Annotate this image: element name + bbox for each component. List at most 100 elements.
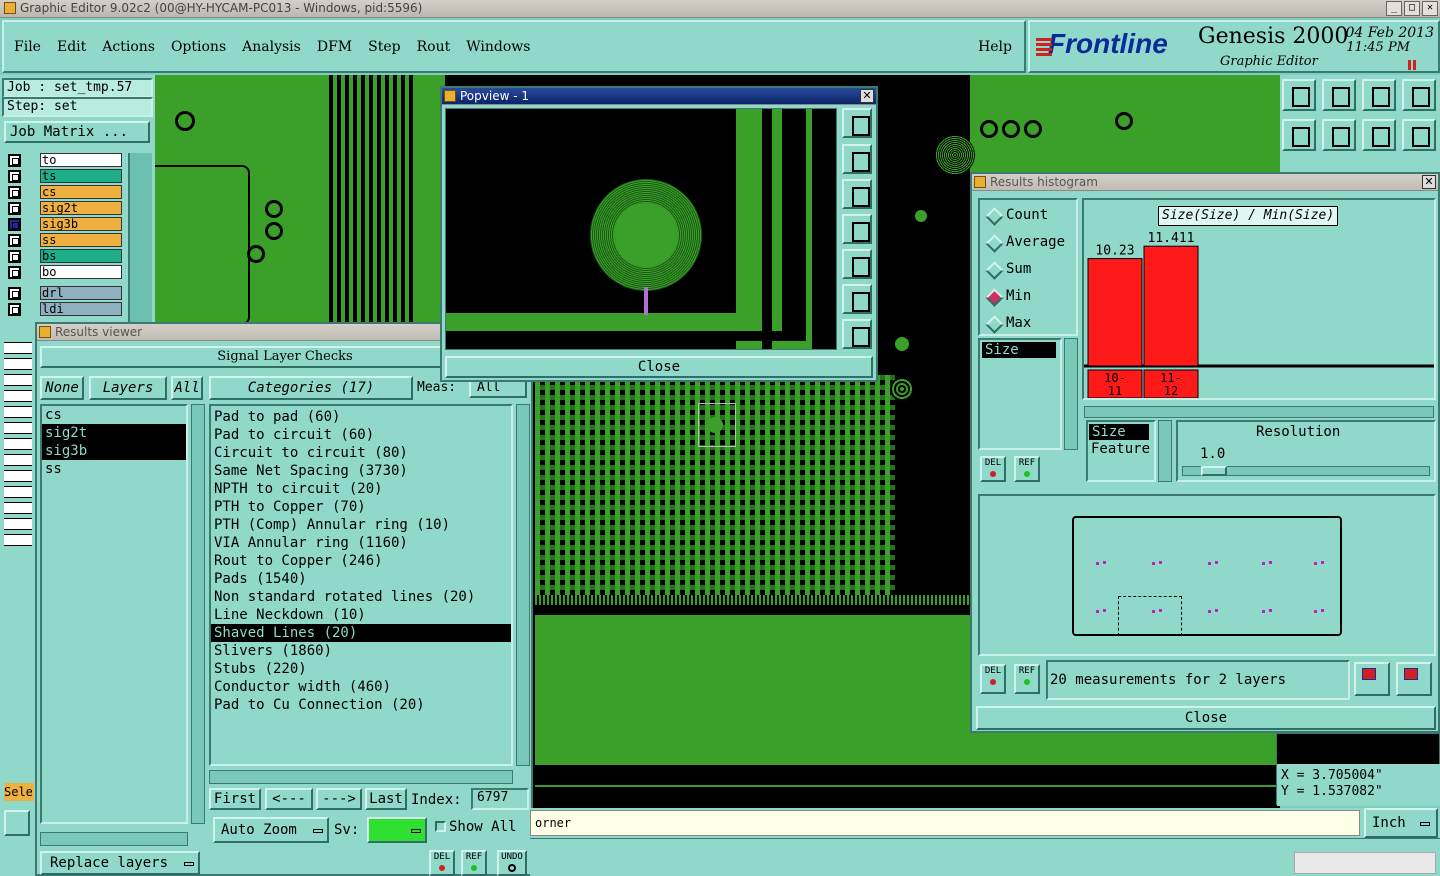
category-item[interactable]: Circuit to circuit (80) [211,444,511,462]
zoom-home-icon[interactable] [842,108,872,138]
menu-analysis[interactable]: Analysis [242,39,301,55]
category-item[interactable]: Slivers (1860) [211,642,511,660]
edit-tool-icon[interactable] [4,810,30,836]
layer-checkbox[interactable] [8,186,21,199]
layer-list-hscroll[interactable] [40,832,188,846]
menu-file[interactable]: File [14,39,41,55]
move-left-icon[interactable] [1282,119,1316,151]
layer-row[interactable]: to [8,153,126,168]
layer-row[interactable]: bo [8,265,126,280]
menu-actions[interactable]: Actions [102,39,155,55]
resolution-slider[interactable] [1182,466,1430,476]
layer-list-vscroll[interactable] [191,404,205,824]
layer-checkbox[interactable] [8,218,21,231]
close-icon[interactable]: ✕ [1422,175,1436,189]
zoom-in-icon[interactable] [842,284,872,314]
all-button[interactable]: All [171,376,203,400]
layer-checkbox[interactable] [8,303,21,316]
category-item[interactable]: NPTH to circuit (20) [211,480,511,498]
layer-row[interactable]: cs [8,185,126,200]
split-view-icon[interactable] [1402,79,1436,111]
layer-row[interactable]: bs [8,249,126,264]
rotate-icon[interactable] [1362,119,1396,151]
mode-sum[interactable]: Sum [980,260,1076,278]
category-item[interactable]: Same Net Spacing (3730) [211,462,511,480]
minimize-button[interactable]: _ [1386,1,1402,16]
histogram-del-button[interactable]: DEL [980,456,1006,482]
layer-list-item[interactable]: ss [42,460,186,478]
categories-vscroll[interactable] [516,404,530,766]
attribute-item[interactable]: Size [982,342,1056,358]
menu-edit[interactable]: Edit [57,39,86,55]
category-item[interactable]: Conductor width (460) [211,678,511,696]
close-window-button[interactable]: ✕ [1422,1,1438,16]
layer-row[interactable]: sig2t [8,201,126,216]
index-input[interactable]: 6797 [471,788,529,810]
radio-icon[interactable] [986,235,1000,249]
category-item[interactable]: Pad to circuit (60) [211,426,511,444]
resolution-slider-thumb[interactable] [1201,466,1227,476]
close-icon[interactable]: ✕ [860,89,874,103]
menu-options[interactable]: Options [171,39,226,55]
layer-checkbox[interactable] [8,154,21,167]
mode-min[interactable]: Min [980,287,1076,305]
home-icon[interactable] [1362,79,1396,111]
layer-name[interactable]: drl [40,286,122,300]
layer-list-item[interactable]: cs [42,406,186,424]
print-chart-icon[interactable] [1396,662,1432,696]
layer-select-list[interactable]: cs sig2t sig3b ss [40,404,188,824]
radio-icon[interactable] [986,289,1000,303]
by-list[interactable]: Size Feature [1086,420,1156,482]
by-list-vscroll[interactable] [1158,420,1172,482]
previous-button[interactable]: <--- [265,788,313,810]
attribute-list[interactable]: Size [978,338,1062,450]
layer-name[interactable]: to [40,153,122,167]
layer-checkbox[interactable] [8,250,21,263]
attribute-list-vscroll[interactable] [1064,338,1078,450]
chart-hscroll[interactable] [1084,406,1434,418]
by-item[interactable]: Size [1089,424,1149,440]
pan-up-icon[interactable] [842,144,872,174]
export-chart-icon[interactable] [1354,662,1390,696]
zoom-out-icon[interactable] [842,319,872,349]
del-button[interactable]: DEL [429,850,455,876]
radio-icon[interactable] [986,208,1000,222]
category-item[interactable]: PTH (Comp) Annular ring (10) [211,516,511,534]
menu-dfm[interactable]: DFM [317,39,352,55]
menu-help[interactable]: Help [978,39,1012,55]
layer-row[interactable]: ts [8,169,126,184]
layer-name[interactable]: sig3b [40,217,122,231]
category-item[interactable]: Shaved Lines (20) [211,624,511,642]
move-right-icon[interactable] [1322,119,1356,151]
layer-checkbox[interactable] [8,170,21,183]
histogram-ref-button[interactable]: REF [1014,456,1040,482]
step-down-icon[interactable] [1322,79,1356,111]
popview-canvas[interactable] [445,108,837,350]
layer-row[interactable]: ss [8,233,126,248]
first-button[interactable]: First [209,788,261,810]
category-item[interactable]: Pad to Cu Connection (20) [211,696,511,714]
undo-button[interactable]: UNDO [497,850,527,876]
pan-left-icon[interactable] [842,214,872,244]
layer-name[interactable]: bs [40,249,122,263]
category-item[interactable]: Rout to Copper (246) [211,552,511,570]
categories-button[interactable]: Categories (17) [209,376,413,400]
layer-row[interactable]: ldi [8,302,126,317]
menu-rout[interactable]: Rout [417,39,451,55]
category-item[interactable]: Pads (1540) [211,570,511,588]
layer-name[interactable]: ts [40,169,122,183]
histogram-chart[interactable]: Size(Size) / Min(Size) 10.23 10- 11 11.411 1… [1082,198,1436,400]
last-button[interactable]: Last [365,788,407,810]
maximize-button[interactable]: □ [1404,1,1420,16]
layer-checkbox[interactable] [8,202,21,215]
mode-count[interactable]: Count [980,206,1076,224]
layer-checkbox[interactable] [8,266,21,279]
category-item[interactable]: Pad to pad (60) [211,408,511,426]
layer-row[interactable]: drl [8,286,126,301]
job-matrix-button[interactable]: Job Matrix ... [4,121,150,143]
step-up-icon[interactable] [1282,79,1316,111]
category-item[interactable]: Line Neckdown (10) [211,606,511,624]
radio-icon[interactable] [986,316,1000,330]
none-button[interactable]: None [40,376,84,400]
layer-list-item[interactable]: sig2t [42,424,186,442]
